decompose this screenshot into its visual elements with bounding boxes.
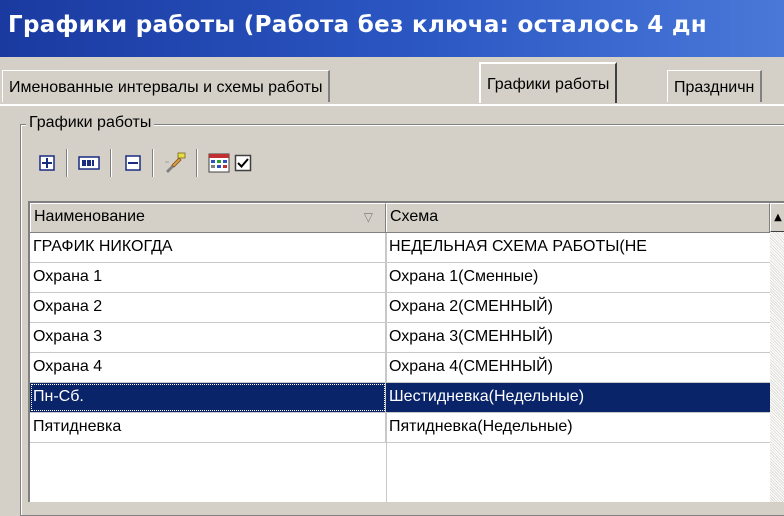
scroll-up-arrow-icon: ▲ <box>774 212 782 223</box>
calendar-grid-button[interactable] <box>206 150 232 176</box>
window-title: Графики работы (Работа без ключа: остало… <box>8 12 707 38</box>
checkbox-icon <box>234 154 252 172</box>
table-row[interactable]: Охрана 3 Охрана 3(СМЕННЫЙ) <box>30 323 770 353</box>
table-row[interactable]: Пятидневка Пятидневка(Недельные) <box>30 413 770 443</box>
rename-icon <box>78 156 100 170</box>
cell-name: Охрана 2 <box>30 293 386 322</box>
cell-scheme: Охрана 2(СМЕННЫЙ) <box>389 298 553 315</box>
cell-scheme: Охрана 1(Сменные) <box>389 268 539 285</box>
table-row-selected[interactable]: Пн-Сб. Шестидневка(Недельные) <box>30 383 770 413</box>
vertical-scrollbar[interactable]: ▲ <box>770 203 784 502</box>
rename-button[interactable] <box>76 150 102 176</box>
delete-record-button[interactable] <box>120 150 146 176</box>
table-row[interactable]: Охрана 4 Охрана 4(СМЕННЫЙ) <box>30 353 770 383</box>
toolbar-checkbox[interactable] <box>230 150 256 176</box>
table-row[interactable]: Охрана 2 Охрана 2(СМЕННЫЙ) <box>30 293 770 323</box>
tab-page: Графики работы Наименование ▽ Схема ГРАФ… <box>0 104 784 516</box>
schedules-grid[interactable]: Наименование ▽ Схема ГРАФИК НИКОГДА НЕДЕ… <box>28 201 784 502</box>
tab-holidays[interactable]: Праздничн <box>667 70 763 102</box>
table-row[interactable]: ГРАФИК НИКОГДА НЕДЕЛЬНАЯ СХЕМА РАБОТЫ(НЕ <box>30 233 770 263</box>
cell-name: Охрана 3 <box>30 323 386 352</box>
sort-indicator-icon: ▽ <box>363 210 373 224</box>
toolbar-separator <box>196 149 198 177</box>
cell-name: Охрана 4 <box>30 353 386 382</box>
cell-name: ГРАФИК НИКОГДА <box>30 233 386 262</box>
edit-properties-button[interactable] <box>162 150 188 176</box>
group-title: Графики работы <box>26 114 155 132</box>
grid-rows: ГРАФИК НИКОГДА НЕДЕЛЬНАЯ СХЕМА РАБОТЫ(НЕ… <box>30 233 770 443</box>
cell-scheme: НЕДЕЛЬНАЯ СХЕМА РАБОТЫ(НЕ <box>389 238 647 255</box>
column-header-name-label: Наименование <box>34 208 145 225</box>
cell-scheme: Охрана 3(СМЕННЫЙ) <box>389 328 553 345</box>
column-header-name[interactable]: Наименование ▽ <box>30 203 386 232</box>
cell-name: Охрана 1 <box>30 263 386 292</box>
toolbar-separator <box>152 149 154 177</box>
toolbar-separator <box>110 149 112 177</box>
tab-work-schedules[interactable]: Графики работы <box>479 62 618 103</box>
add-record-button[interactable] <box>34 150 60 176</box>
toolbar <box>30 146 390 180</box>
toolbar-separator <box>66 149 68 177</box>
cell-name: Пятидневка <box>30 413 386 442</box>
scroll-up-button[interactable]: ▲ <box>770 203 784 232</box>
grid-header: Наименование ▽ Схема <box>30 203 770 233</box>
cell-scheme: Охрана 4(СМЕННЫЙ) <box>389 358 553 375</box>
delete-record-icon <box>125 155 141 171</box>
cell-scheme: Шестидневка(Недельные) <box>386 383 770 412</box>
cell-scheme: Пятидневка(Недельные) <box>389 418 573 435</box>
table-row[interactable]: Охрана 1 Охрана 1(Сменные) <box>30 263 770 293</box>
column-header-scheme-label: Схема <box>390 208 439 225</box>
tab-named-intervals[interactable]: Именованные интервалы и схемы работы <box>2 70 331 102</box>
add-record-icon <box>39 155 55 171</box>
edit-properties-icon <box>165 152 186 173</box>
calendar-grid-icon <box>208 153 230 173</box>
tab-strip: Именованные интервалы и схемы работы Гра… <box>0 57 784 107</box>
cell-name: Пн-Сб. <box>30 383 386 412</box>
title-bar: Графики работы (Работа без ключа: остало… <box>0 0 784 57</box>
column-header-scheme[interactable]: Схема <box>386 203 770 232</box>
